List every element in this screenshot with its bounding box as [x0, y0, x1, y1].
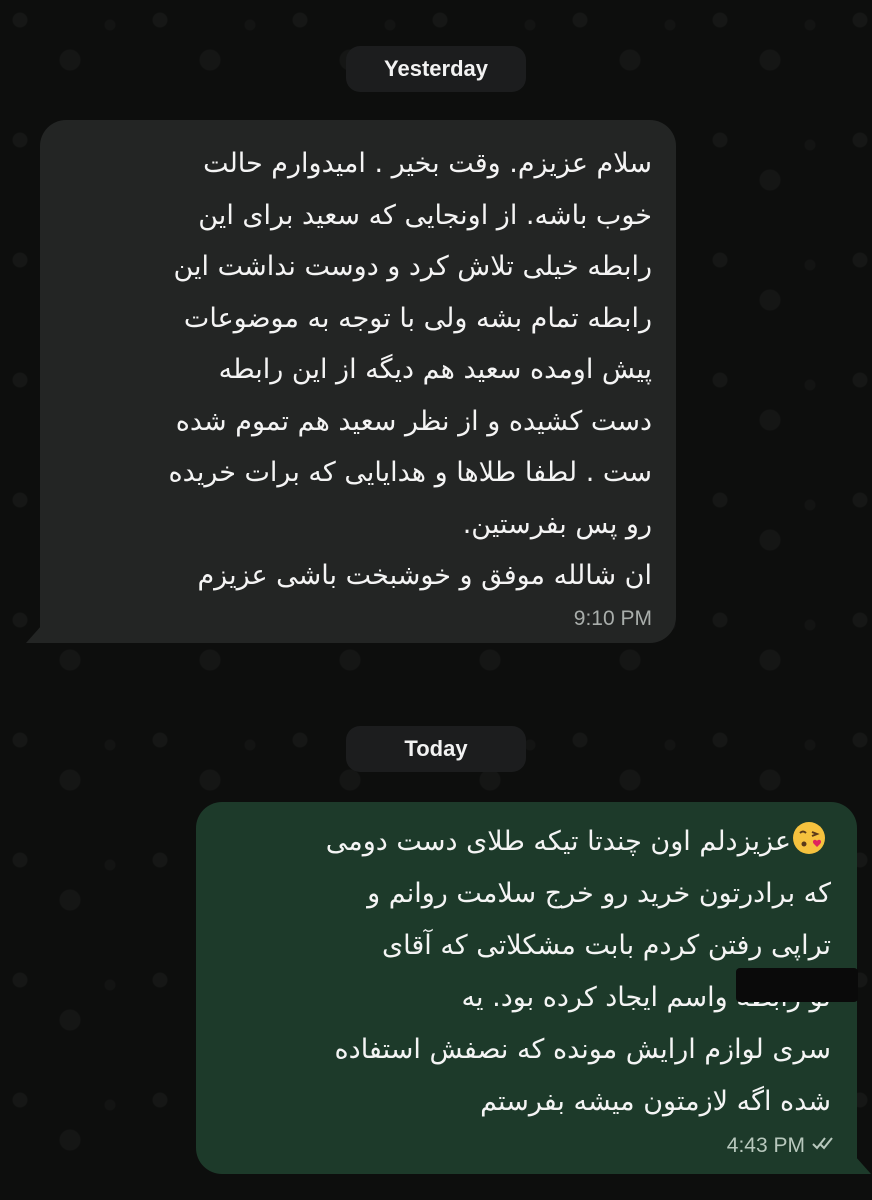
incoming-message-bubble[interactable]: سلام عزیزم. وقت بخیر . امیدوارم حالت خوب… — [26, 120, 676, 643]
message-meta: 4:43 PM — [727, 1134, 835, 1158]
face-blowing-a-kiss-icon — [791, 820, 827, 856]
redaction-mark — [736, 968, 858, 1002]
message-timestamp: 4:43 PM — [726, 1134, 805, 1157]
date-separator-yesterday: Yesterday — [346, 46, 526, 92]
message-timestamp: 9:10 PM — [573, 607, 652, 630]
date-separator-today: Today — [346, 726, 526, 772]
read-double-check-icon — [811, 1134, 835, 1158]
message-meta: 9:10 PM — [574, 607, 652, 631]
message-text: سلام عزیزم. وقت بخیر . امیدوارم حالت خوب… — [168, 148, 653, 591]
